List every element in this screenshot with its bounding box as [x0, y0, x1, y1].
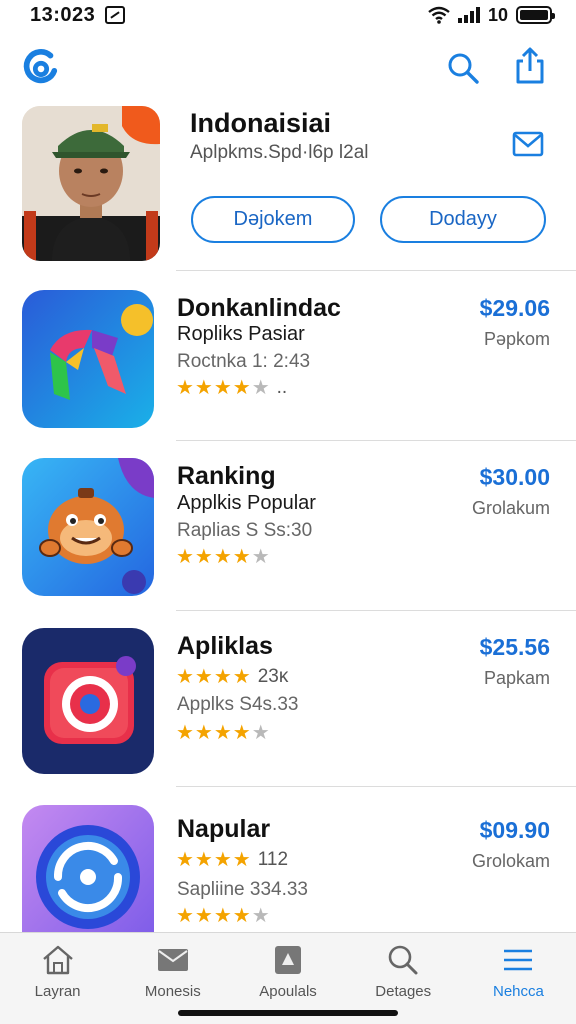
- wifi-icon: [428, 6, 450, 24]
- rating-stars: ★★★★★: [176, 905, 271, 927]
- app-action-label[interactable]: Grolakum: [472, 498, 550, 519]
- signal-icon: [457, 7, 480, 23]
- search-icon: [388, 945, 418, 975]
- app-price[interactable]: $30.00: [480, 464, 550, 491]
- app-price[interactable]: $25.56: [480, 634, 550, 661]
- status-indicators: 10: [428, 4, 555, 26]
- tab-label: Nehcca: [492, 983, 544, 1000]
- app-meta: Sapliine 334.33: [177, 879, 308, 900]
- app-name: Donkanlindac: [177, 294, 341, 322]
- sync-app-icon: [22, 805, 154, 932]
- mascot-app-icon: [22, 458, 154, 596]
- list-item[interactable]: Donkanlindac Ropliks Pasiar Roctnka 1: 2…: [0, 285, 576, 455]
- search-icon[interactable]: [445, 50, 481, 86]
- colorful-app-icon: [22, 290, 154, 428]
- tab-menu[interactable]: Nehcca: [461, 933, 576, 1024]
- status-bar: 13:023 10: [0, 0, 576, 30]
- app-icon-4: [22, 805, 154, 932]
- rating-count: 23ᴋ: [257, 665, 289, 687]
- screen-record-icon: [105, 6, 126, 24]
- app-subtitle: Applkis Popular: [177, 492, 316, 514]
- status-time: 13:023: [30, 3, 96, 26]
- share-icon[interactable]: [510, 46, 550, 86]
- app-meta: Roctnka 1: 2:43: [177, 351, 311, 372]
- app-name: Ranking: [177, 462, 276, 490]
- app-action-label[interactable]: Papkam: [484, 668, 550, 689]
- apps-icon: [275, 946, 301, 974]
- tab-label: Detages: [375, 983, 432, 1000]
- avatar[interactable]: [22, 106, 160, 261]
- app-icon-2: [22, 458, 154, 596]
- app-price[interactable]: $29.06: [480, 295, 550, 322]
- divider: [176, 270, 576, 271]
- avatar-photo-icon: [22, 106, 160, 261]
- rating-stars-top: ★★★★ 112: [176, 848, 289, 872]
- tab-label: Apoulals: [259, 983, 317, 1000]
- profile-section: Indonaisiai Aplpkms.Spd·l6p l2al Dəjokem…: [0, 100, 576, 270]
- profile-right-button[interactable]: Dodayy: [380, 196, 546, 243]
- list-item[interactable]: Napular ★★★★ 112 Sapliine 334.33 ★★★★★ $…: [0, 795, 576, 932]
- app-price[interactable]: $09.90: [480, 817, 550, 844]
- tab-label: Monesis: [144, 983, 201, 1000]
- top-nav: [0, 30, 576, 100]
- app-name: Apliklas: [177, 632, 273, 660]
- rating-stars: ★★★★★ ..: [176, 376, 288, 400]
- profile-title: Indonaisiai: [190, 108, 332, 138]
- app-icon-1: [22, 290, 154, 428]
- app-meta: Applks S4s.33: [177, 694, 299, 715]
- rating-stars: ★★★★★: [176, 722, 271, 744]
- app-meta: Raplias S Ss:30: [177, 520, 313, 541]
- app-logo-icon[interactable]: [22, 48, 60, 86]
- tab-home[interactable]: Layran: [0, 933, 115, 1024]
- mail-icon[interactable]: [512, 130, 544, 158]
- rating-count: 112: [257, 848, 289, 870]
- app-icon-3: [22, 628, 154, 774]
- list-item[interactable]: Ranking Applkis Popular Raplias S Ss:30 …: [0, 452, 576, 622]
- rating-stars-top: ★★★★ 23ᴋ: [176, 665, 289, 689]
- camera-app-icon: [22, 628, 154, 774]
- app-name: Napular: [177, 815, 271, 843]
- home-indicator[interactable]: [178, 1010, 398, 1016]
- app-action-label[interactable]: Pəpkom: [484, 329, 550, 350]
- profile-left-button[interactable]: Dəjokem: [191, 196, 355, 243]
- rating-extra: ..: [276, 376, 288, 398]
- app-action-label[interactable]: Grolokam: [472, 851, 550, 872]
- list-item[interactable]: Apliklas ★★★★ 23ᴋ Applks S4s.33 ★★★★★ $2…: [0, 622, 576, 792]
- profile-subtitle: Aplpkms.Spd·l6p l2al: [190, 142, 369, 163]
- divider: [176, 786, 576, 787]
- menu-icon: [504, 949, 533, 971]
- battery-icon: [516, 6, 555, 24]
- rating-stars: ★★★★★: [176, 546, 271, 568]
- status-time-group: 13:023: [30, 3, 126, 27]
- divider: [176, 610, 576, 611]
- mail-tray-icon: [157, 949, 188, 971]
- battery-text: 10: [487, 4, 508, 25]
- tab-label: Layran: [34, 983, 81, 1000]
- divider: [176, 440, 576, 441]
- app-subtitle: Ropliks Pasiar: [177, 323, 305, 345]
- home-icon: [42, 945, 73, 975]
